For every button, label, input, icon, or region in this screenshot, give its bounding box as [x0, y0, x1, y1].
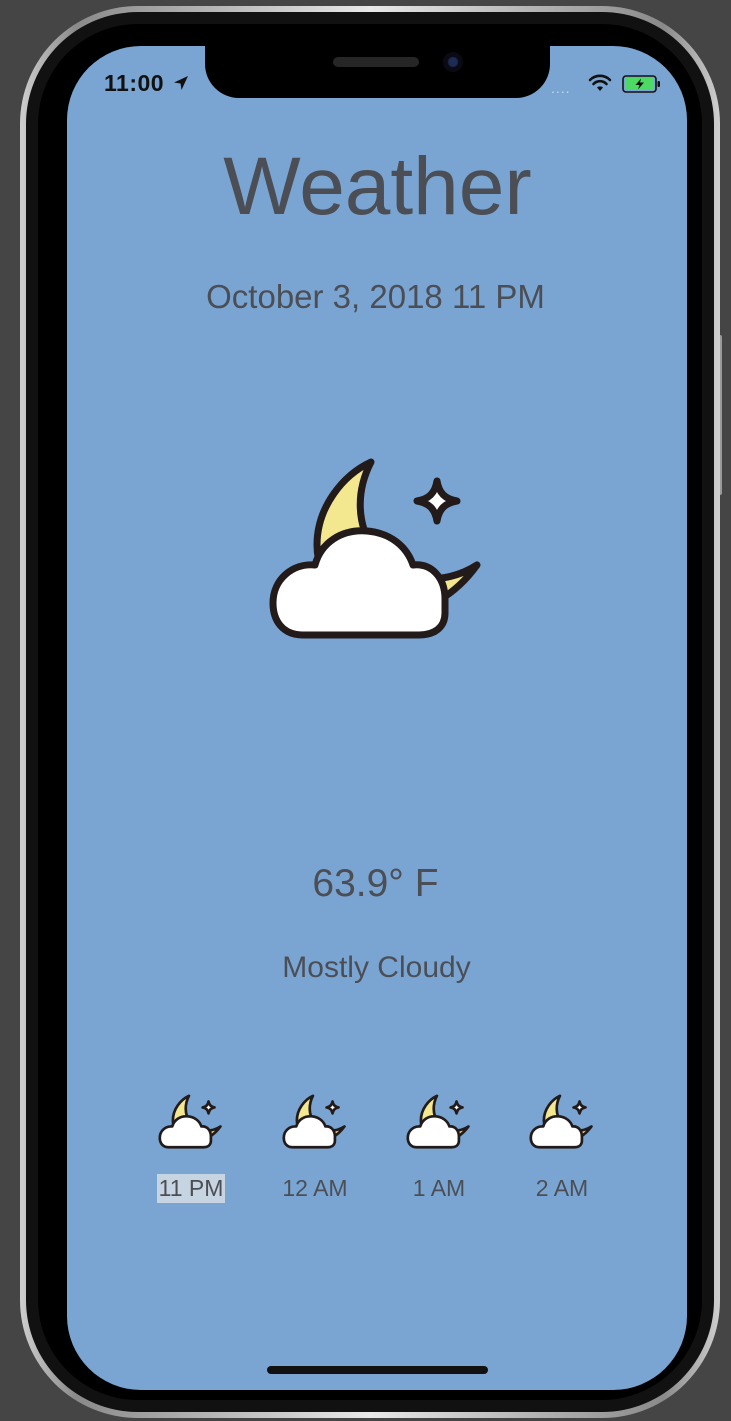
hourly-item-2am[interactable]: 2 AM: [512, 1092, 612, 1203]
home-indicator[interactable]: [267, 1366, 488, 1374]
battery-charging-icon: [622, 75, 660, 93]
partly-cloudy-night-icon: [282, 1094, 346, 1149]
hourly-item-12am[interactable]: 12 AM: [265, 1092, 365, 1203]
forecast-date: October 3, 2018 11 PM: [206, 278, 545, 315]
device-frame: 11:00 .... Weather October 3, 2018 11 PM…: [0, 0, 731, 1421]
partly-cloudy-night-icon: [269, 458, 481, 639]
hourly-time-label: 11 PM: [156, 1174, 226, 1203]
notch: [205, 40, 550, 98]
page-title: Weather: [223, 141, 532, 232]
partly-cloudy-night-icon: [529, 1094, 593, 1149]
signal-dots: ....: [551, 80, 571, 96]
hourly-time-label: 12 AM: [282, 1175, 348, 1201]
partly-cloudy-night-icon: [158, 1094, 222, 1149]
hourly-item-11pm[interactable]: 11 PM: [141, 1092, 241, 1203]
partly-cloudy-night-icon: [406, 1094, 470, 1149]
status-time: 11:00: [104, 70, 165, 96]
hourly-time-label: 2 AM: [535, 1175, 589, 1201]
temperature-value: 63.9° F: [312, 862, 439, 905]
condition-text: Mostly Cloudy: [282, 951, 471, 984]
front-camera: [443, 52, 463, 72]
location-arrow-icon: [174, 76, 188, 90]
hourly-item-1am[interactable]: 1 AM: [389, 1092, 489, 1203]
earpiece-speaker: [333, 57, 419, 67]
wifi-icon: [588, 74, 612, 91]
hourly-time-label: 1 AM: [412, 1175, 466, 1201]
